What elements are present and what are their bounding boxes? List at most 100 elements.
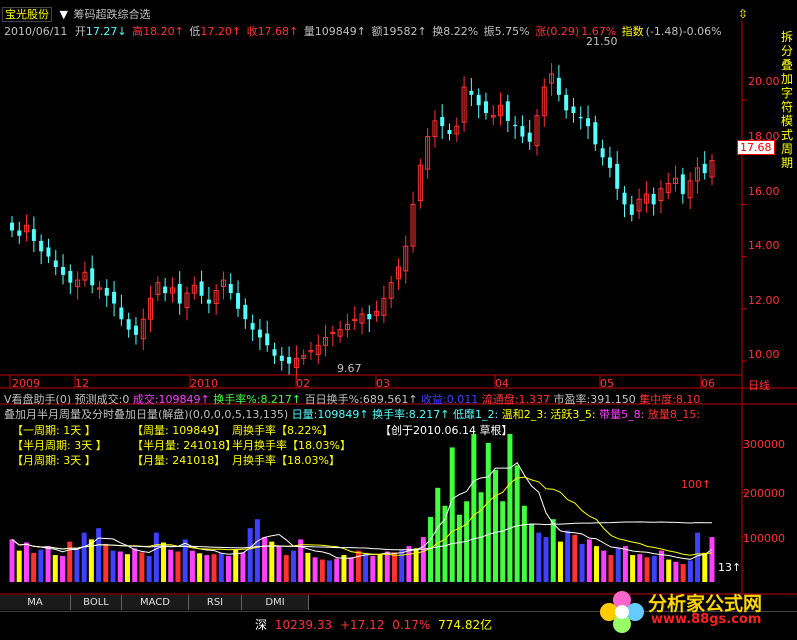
volume-bar <box>218 552 224 582</box>
conc-label: 集中度: <box>639 393 676 406</box>
volume-bar <box>500 501 506 582</box>
current-price-badge: 17.68 <box>737 140 775 155</box>
candle-body <box>629 204 634 215</box>
candle-body <box>112 291 117 304</box>
date-axis-label: 04 <box>495 377 509 390</box>
info-line-2: 叠加月半月周量及分时叠加日量(解盘)(0,0,0,0,5,13,135) 日量:… <box>4 406 700 422</box>
volume-bar <box>507 433 513 582</box>
volume-bar <box>161 542 167 582</box>
market-value: 10239.33 <box>274 618 333 632</box>
close-label: 收 <box>246 25 258 38</box>
tab-dmi[interactable]: DMI <box>242 595 309 610</box>
volume-bar <box>363 552 369 582</box>
volume-bar <box>132 548 138 582</box>
volume-bar <box>550 519 556 582</box>
volume-bar <box>651 555 657 582</box>
volume-bar <box>601 550 607 582</box>
profit-value: 0.011 <box>446 393 479 406</box>
volume-bar <box>110 550 116 582</box>
volume-bar <box>680 564 686 582</box>
stock-name[interactable]: 宝光股份 <box>2 7 52 22</box>
info-box-row2-col2: 【半月量: 241018】 <box>132 439 237 452</box>
volume-bar <box>9 539 15 582</box>
candle-body <box>272 349 277 356</box>
overlay-indicator-title[interactable]: 叠加月半月周量及分时叠加日量(解盘)(0,0,0,0,5,13,135) <box>4 408 288 421</box>
profit-label: 收益: <box>421 393 447 406</box>
date-axis-label: 06 <box>701 377 715 390</box>
candle-body <box>133 325 138 335</box>
amount-value: 19582 <box>382 25 418 38</box>
logo-url[interactable]: www.88gs.com <box>651 612 761 627</box>
index-pct: -0.06% <box>682 25 722 38</box>
index-label: 指数 <box>621 25 644 38</box>
volume-value: 109849 <box>314 25 357 38</box>
float-value: 1.337 <box>518 393 550 406</box>
flower-logo-icon <box>600 591 644 633</box>
conc-value: 8.10 <box>675 393 701 406</box>
info-box-row1-col2: 【周量: 109849】 <box>132 424 226 437</box>
volume-ma13-line <box>11 476 713 556</box>
candle-body <box>10 222 14 231</box>
candle-body <box>39 240 44 252</box>
volume-bar <box>60 555 66 582</box>
formula-name[interactable]: 筹码超跌综合选 <box>73 8 150 21</box>
volume-bar <box>377 554 383 582</box>
tab-macd[interactable]: MACD <box>122 595 189 610</box>
volume-bar <box>521 505 527 582</box>
candle-body <box>505 101 510 121</box>
volume-bar <box>81 532 87 582</box>
info-box-row3-col1: 【月周期: 3天 】 <box>12 454 96 467</box>
volume-bar <box>456 514 462 582</box>
volume-bar <box>695 532 701 582</box>
indicator-title[interactable]: V看盘助手(0) <box>4 393 71 406</box>
volume-bar <box>139 552 145 582</box>
market-index[interactable]: 深 10239.33 +17.12 0.17% 774.82亿 <box>255 616 492 633</box>
volume-bar <box>38 549 44 582</box>
quote-date: 2010/06/11 <box>4 25 68 38</box>
candle-body <box>615 163 620 189</box>
candle-body <box>228 283 233 294</box>
candle-body <box>104 287 109 296</box>
volume-bar <box>514 465 520 582</box>
candle-body <box>578 116 583 119</box>
info-box-row1-col1: 【一周期: 1天 】 <box>12 424 96 437</box>
candle-body <box>556 77 561 95</box>
volume-bar <box>449 447 455 582</box>
high-label: 高 <box>132 25 144 38</box>
volume-bar <box>673 561 679 582</box>
info-box-row3-col2: 【月量: 241018】 <box>132 454 226 467</box>
menu-icon[interactable]: ▼ <box>60 8 68 21</box>
candle-body <box>367 313 372 320</box>
price-axis-label: 14.00 <box>748 239 780 252</box>
candle-body <box>622 192 627 205</box>
volume-bar <box>608 555 614 582</box>
volume-bar <box>485 442 491 582</box>
tab-ma[interactable]: MA <box>0 595 71 610</box>
volume-bar <box>493 469 499 582</box>
volume-bar <box>16 550 22 582</box>
volume-ma5-line <box>11 461 713 560</box>
tab-rsi[interactable]: RSI <box>189 595 242 610</box>
forecast-volume: 预测成交:0 <box>74 393 130 406</box>
period-label[interactable]: 日线 <box>748 377 770 393</box>
candle-body <box>46 247 51 257</box>
volume-bar <box>644 557 650 582</box>
volume-bar <box>348 557 354 582</box>
amplitude-label: 振 <box>483 25 495 38</box>
chart-canvas <box>0 21 797 595</box>
tab-boll[interactable]: BOLL <box>71 595 122 610</box>
volume-bar <box>334 558 340 582</box>
volume-bar <box>103 543 109 582</box>
vol-marker-label: 100↑ <box>681 478 712 491</box>
volume-bar <box>586 539 592 582</box>
window-toggle-button[interactable]: ⇳ <box>738 7 748 21</box>
low-value: 17.20 <box>200 25 232 38</box>
right-toolbar-text[interactable]: 拆分叠加字符模式周期 <box>781 30 795 170</box>
stock-name-bar[interactable]: 宝光股份 ▼ 筹码超跌综合选 <box>2 6 150 22</box>
volume-bar <box>204 555 210 582</box>
volume-arrow-icon: ↑ <box>356 25 366 38</box>
volume-bar <box>247 528 253 582</box>
day-turn-label: 换手率: <box>372 408 409 421</box>
volume-bar <box>579 543 585 582</box>
date-axis-label: 03 <box>376 377 390 390</box>
